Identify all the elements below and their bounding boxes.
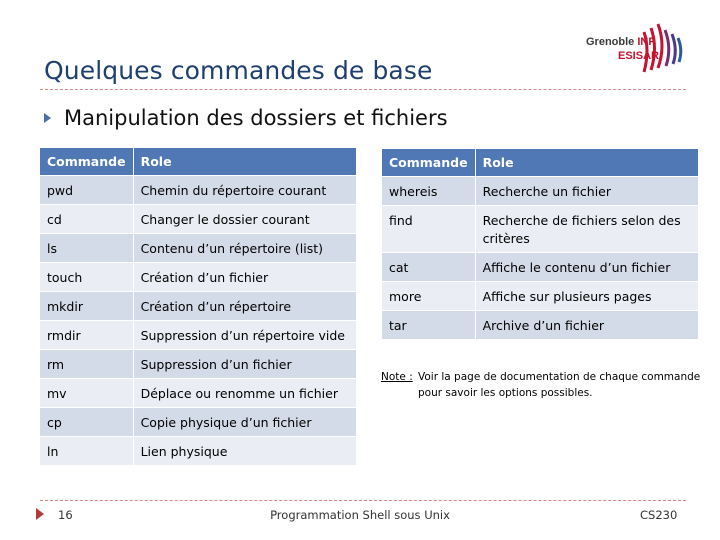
table-row: rmdir Suppression d’un répertoire vide	[40, 319, 356, 349]
footer-course-code: CS230	[640, 508, 678, 522]
bullet-text: Manipulation des dossiers et fichiers	[64, 106, 448, 130]
table-row: more Affiche sur plusieurs pages	[382, 280, 698, 310]
column-header-commande: Commande	[40, 148, 134, 175]
table-row: pwd Chemin du répertoire courant	[40, 174, 356, 204]
command-cell: more	[382, 280, 476, 310]
logo-stripes-icon	[642, 23, 683, 73]
logo-text-grenoble: Grenoble	[586, 36, 635, 48]
column-header-commande: Commande	[382, 149, 476, 176]
command-cell: touch	[40, 261, 134, 291]
table-row: whereis Recherche un fichier	[382, 175, 698, 205]
command-cell: cd	[40, 203, 134, 233]
title-divider	[40, 89, 686, 90]
command-cell: rmdir	[40, 319, 134, 349]
role-cell: Création d’un répertoire	[133, 290, 356, 320]
role-cell: Archive d’un fichier	[475, 309, 698, 339]
table-row: tar Archive d’un fichier	[382, 309, 698, 339]
slide-title: Quelques commandes de base	[44, 56, 433, 85]
command-cell: whereis	[382, 175, 476, 205]
role-cell: Recherche de fichiers selon des critères	[475, 204, 698, 252]
table-header-row: Commande Role	[40, 148, 356, 175]
role-cell: Suppression d’un répertoire vide	[133, 319, 356, 349]
command-cell: mv	[40, 377, 134, 407]
role-cell: Recherche un fichier	[475, 175, 698, 205]
table-row: rm Suppression d’un fichier	[40, 348, 356, 378]
command-cell: ls	[40, 232, 134, 262]
table-row: cp Copie physique d’un fichier	[40, 406, 356, 436]
table-row: find Recherche de fichiers selon des crit…	[382, 204, 698, 252]
role-cell: Chemin du répertoire courant	[133, 174, 356, 204]
table-row: mv Déplace ou renomme un fichier	[40, 377, 356, 407]
command-cell: ln	[40, 435, 134, 465]
grenoble-inp-esisar-logo: Grenoble INP ESISAR	[580, 14, 690, 80]
footer-course-title: Programmation Shell sous Unix	[270, 508, 450, 522]
note-block: Note : Voir la page de documentation de …	[381, 369, 701, 401]
role-cell: Déplace ou renomme un fichier	[133, 377, 356, 407]
table-row: cat Affiche le contenu d’un fichier	[382, 251, 698, 281]
command-cell: cat	[382, 251, 476, 281]
footer-divider	[40, 500, 686, 501]
table-row: cd Changer le dossier courant	[40, 203, 356, 233]
bullet-item: Manipulation des dossiers et fichiers	[44, 106, 448, 130]
command-cell: rm	[40, 348, 134, 378]
role-cell: Création d’un fichier	[133, 261, 356, 291]
role-cell: Lien physique	[133, 435, 356, 465]
table-header-row: Commande Role	[382, 149, 698, 176]
commands-table-left: Commande Role pwd Chemin du répertoire co…	[40, 148, 356, 465]
bullet-arrow-icon	[44, 113, 51, 123]
command-cell: find	[382, 204, 476, 252]
note-label: Note :	[381, 371, 413, 383]
command-cell: cp	[40, 406, 134, 436]
role-cell: Suppression d’un fichier	[133, 348, 356, 378]
command-cell: mkdir	[40, 290, 134, 320]
column-header-role: Role	[133, 148, 356, 175]
role-cell: Affiche sur plusieurs pages	[475, 280, 698, 310]
note-text: Voir la page de documentation de chaque …	[418, 371, 701, 399]
table-row: touch Création d’un fichier	[40, 261, 356, 291]
role-cell: Contenu d’un répertoire (list)	[133, 232, 356, 262]
table-row: ln Lien physique	[40, 435, 356, 465]
column-header-role: Role	[475, 149, 698, 176]
table-row: ls Contenu d’un répertoire (list)	[40, 232, 356, 262]
command-cell: pwd	[40, 174, 134, 204]
commands-table-right: Commande Role whereis Recherche un fichie…	[382, 149, 698, 339]
command-cell: tar	[382, 309, 476, 339]
role-cell: Copie physique d’un fichier	[133, 406, 356, 436]
table-row: mkdir Création d’un répertoire	[40, 290, 356, 320]
role-cell: Affiche le contenu d’un fichier	[475, 251, 698, 281]
role-cell: Changer le dossier courant	[133, 203, 356, 233]
